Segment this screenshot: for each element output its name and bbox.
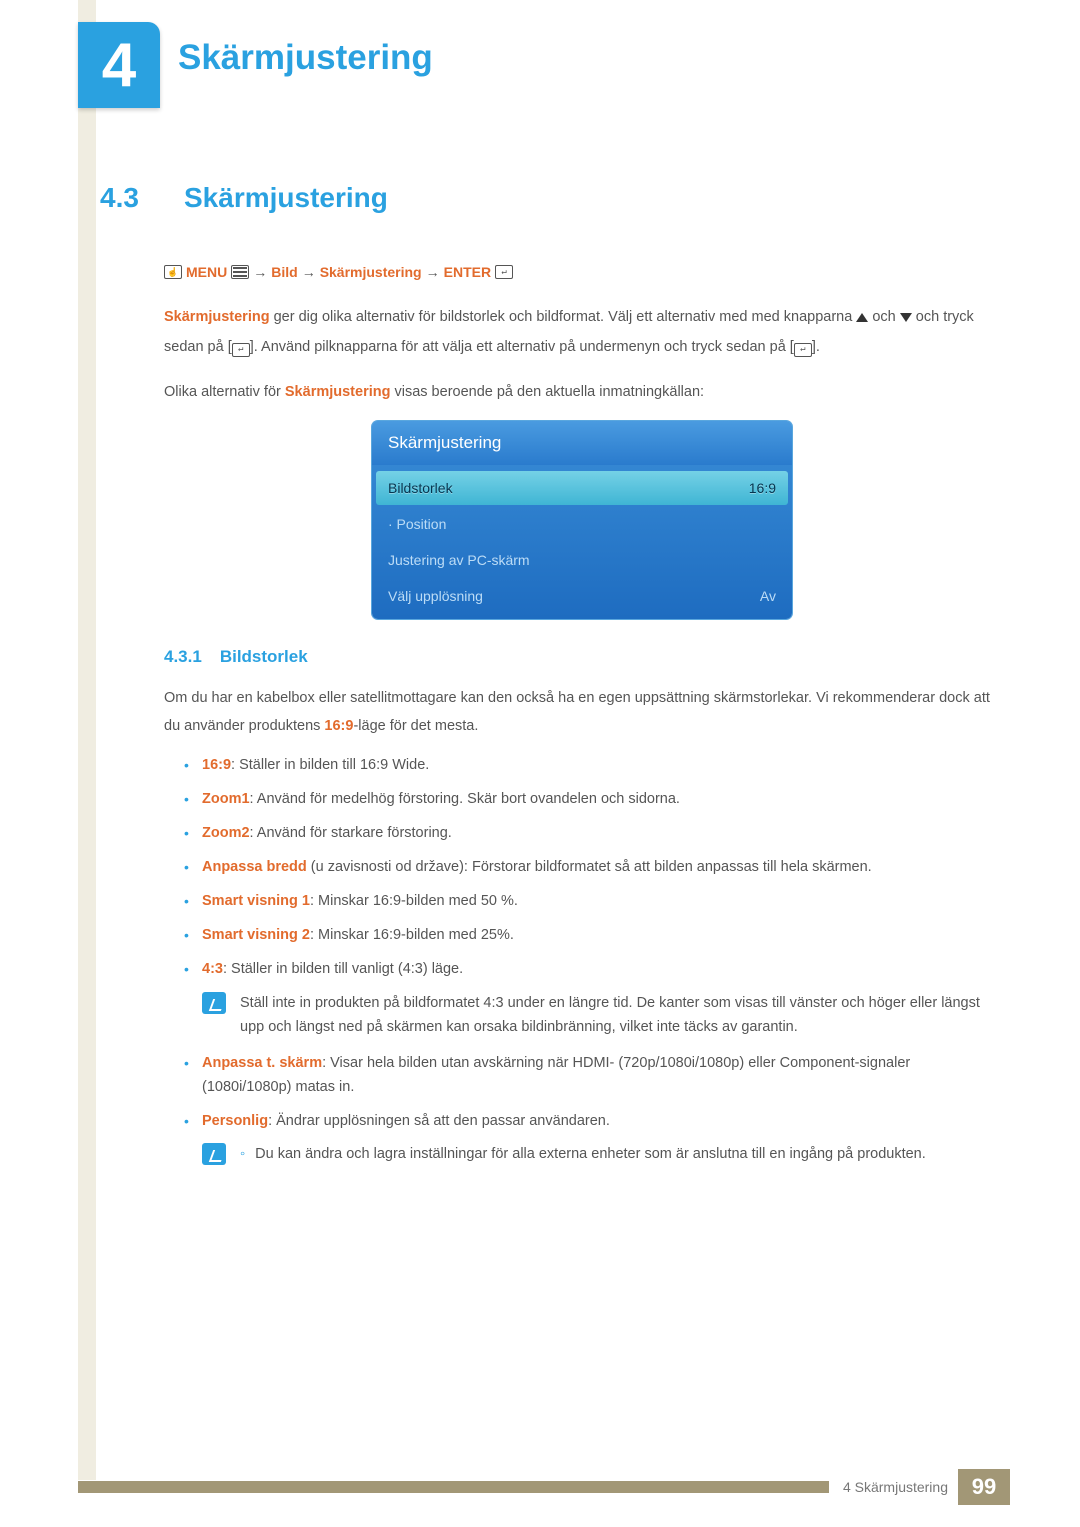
list-item: Anpassa t. skärm: Visar hela bilden utan… <box>184 1052 1000 1100</box>
nav-enter: ENTER <box>444 264 491 280</box>
arrow-up-icon <box>856 313 868 322</box>
intro-paragraph-1: Skärmjustering ger dig olika alternativ … <box>164 302 1000 363</box>
page-number: 99 <box>958 1469 1010 1505</box>
chapter-number-box: 4 <box>78 22 160 108</box>
left-sidebar <box>78 0 96 1480</box>
menu-bars-icon <box>231 265 249 279</box>
osd-row-position: · Position <box>376 507 788 541</box>
osd-menu-screenshot: Skärmjustering Bildstorlek 16:9 · Positi… <box>372 421 792 619</box>
nav-step1: Bild <box>271 264 297 280</box>
subsection-intro: Om du har en kabelbox eller satellitmott… <box>164 685 1000 740</box>
list-item: Smart visning 1: Minskar 16:9-bilden med… <box>184 890 1000 914</box>
remote-icon: ☝ <box>164 265 182 279</box>
note-text: Du kan ändra och lagra inställningar för… <box>240 1143 926 1167</box>
enter-icon: ↵ <box>794 343 812 357</box>
list-item: Zoom1: Använd för medelhög förstoring. S… <box>184 788 1000 812</box>
note-block-1: Ställ inte in produkten på bildformatet … <box>202 992 1000 1040</box>
osd-row-upplösning: Välj upplösning Av <box>376 579 788 613</box>
navigation-path: ☝ MENU → Bild → Skärmjustering → ENTER ↵ <box>164 264 1000 280</box>
arrow-down-icon <box>900 313 912 322</box>
bullet-list-1: 16:9: Ställer in bilden till 16:9 Wide. … <box>164 754 1000 981</box>
subsection-number: 4.3.1 <box>164 647 202 667</box>
section-heading: 4.3 Skärmjustering <box>100 182 1000 214</box>
nav-menu: MENU <box>186 264 227 280</box>
list-item: Personlig: Ändrar upplösningen så att de… <box>184 1110 1000 1134</box>
osd-row-pc-justering: Justering av PC-skärm <box>376 543 788 577</box>
osd-title: Skärmjustering <box>372 421 792 465</box>
nav-step2: Skärmjustering <box>320 264 422 280</box>
chapter-number: 4 <box>102 30 136 101</box>
list-item: Smart visning 2: Minskar 16:9-bilden med… <box>184 924 1000 948</box>
enter-icon: ↵ <box>495 265 513 279</box>
section-title: Skärmjustering <box>184 182 388 214</box>
section-number: 4.3 <box>100 182 156 214</box>
intro-paragraph-2: Olika alternativ för Skärmjustering visa… <box>164 377 1000 407</box>
subsection-heading: 4.3.1 Bildstorlek <box>164 647 1000 667</box>
note-text: Ställ inte in produkten på bildformatet … <box>240 992 1000 1040</box>
footer-label: 4 Skärmjustering <box>843 1479 948 1495</box>
note-icon <box>202 1143 226 1165</box>
enter-icon: ↵ <box>232 343 250 357</box>
note-block-2: Du kan ändra och lagra inställningar för… <box>202 1143 1000 1167</box>
list-item: 16:9: Ställer in bilden till 16:9 Wide. <box>184 754 1000 778</box>
page-footer: 4 Skärmjustering 99 <box>78 1469 1010 1505</box>
list-item: Anpassa bredd (u zavisnosti od države): … <box>184 856 1000 880</box>
osd-row-bildstorlek: Bildstorlek 16:9 <box>376 471 788 505</box>
bullet-list-2: Anpassa t. skärm: Visar hela bilden utan… <box>164 1052 1000 1134</box>
subsection-title: Bildstorlek <box>220 647 308 667</box>
chapter-title: Skärmjustering <box>178 38 433 78</box>
footer-bar <box>78 1481 829 1493</box>
note-icon <box>202 992 226 1014</box>
list-item: Zoom2: Använd för starkare förstoring. <box>184 822 1000 846</box>
list-item: 4:3: Ställer in bilden till vanligt (4:3… <box>184 958 1000 982</box>
